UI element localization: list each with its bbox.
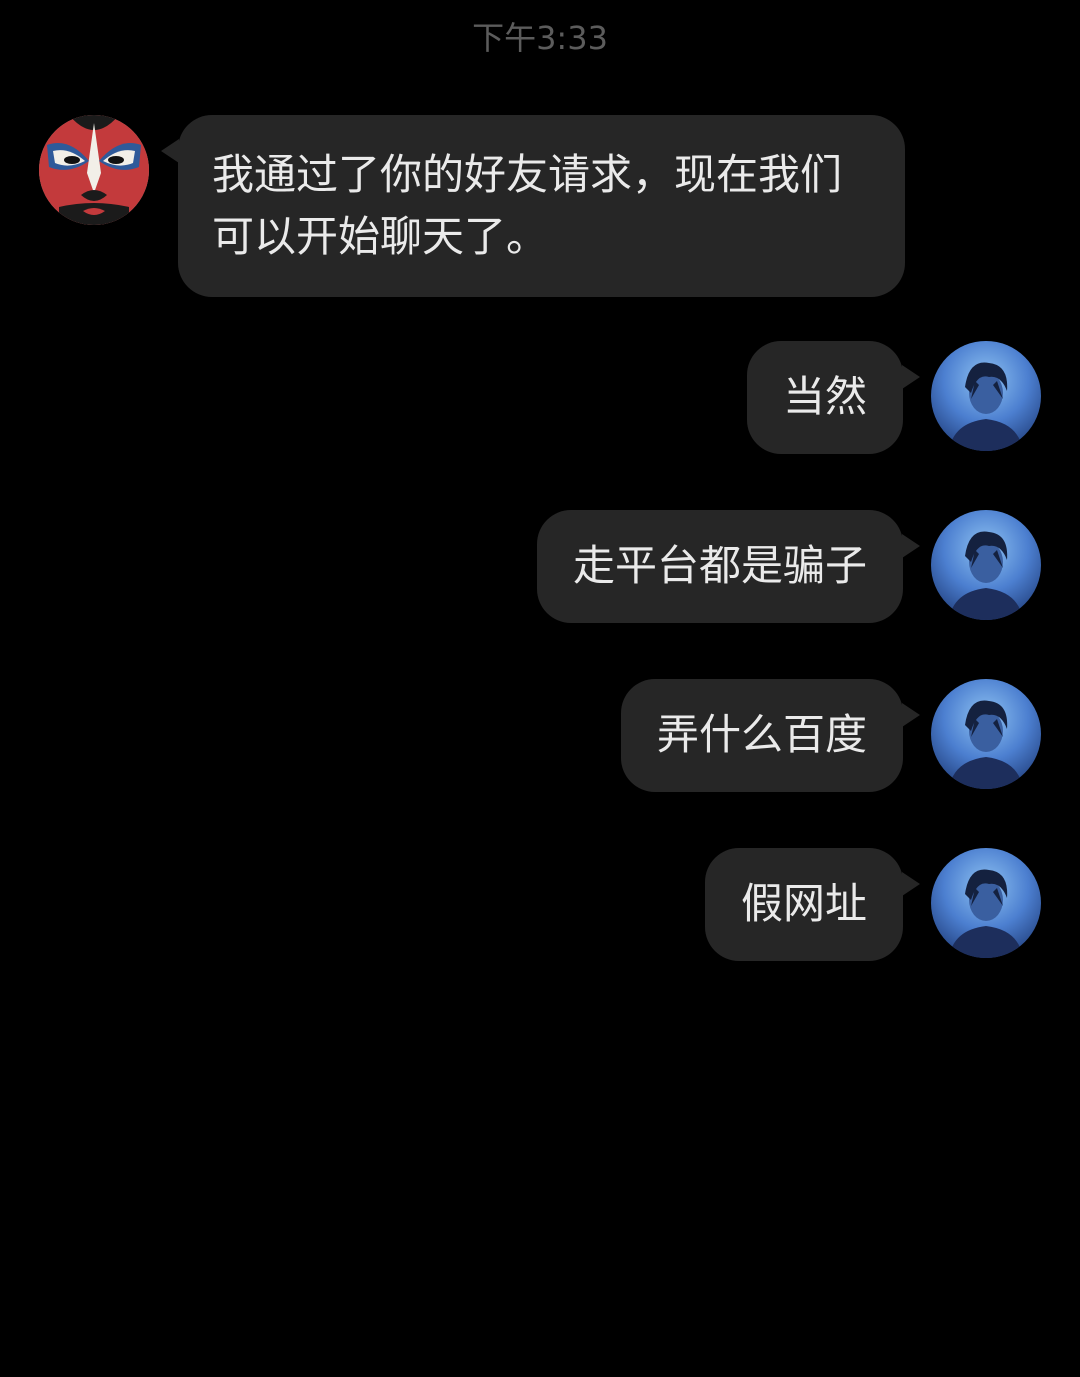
contact-avatar[interactable] (39, 115, 149, 225)
bubble-tail (161, 139, 179, 163)
bubble-tail (902, 703, 920, 727)
my-avatar[interactable] (931, 510, 1041, 620)
my-avatar[interactable] (931, 341, 1041, 451)
message-text: 假网址 (740, 879, 867, 928)
message-bubble-outgoing[interactable]: 假网址 (704, 848, 920, 961)
bubble-tail (902, 872, 920, 896)
message-text: 我通过了你的好友请求，现在我们可以开始聊天了。 (212, 150, 843, 261)
opera-mask-avatar-icon (39, 115, 149, 225)
message-bubble-incoming[interactable]: 我通过了你的好友请求，现在我们可以开始聊天了。 (161, 115, 905, 297)
message-bubble-outgoing[interactable]: 走平台都是骗子 (536, 510, 920, 623)
message-text: 当然 (782, 372, 867, 421)
message-text: 走平台都是骗子 (572, 541, 867, 590)
my-avatar[interactable] (931, 679, 1041, 789)
bubble-tail (902, 365, 920, 389)
message-bubble-outgoing[interactable]: 弄什么百度 (620, 679, 920, 792)
bubble-tail (902, 534, 920, 558)
anime-boy-avatar-icon (931, 679, 1041, 789)
anime-boy-avatar-icon (931, 848, 1041, 958)
anime-boy-avatar-icon (931, 341, 1041, 451)
anime-boy-avatar-icon (931, 510, 1041, 620)
my-avatar[interactable] (931, 848, 1041, 958)
message-text: 弄什么百度 (656, 710, 867, 759)
message-timestamp: 下午3:33 (472, 19, 608, 57)
message-bubble-outgoing[interactable]: 当然 (746, 341, 920, 454)
